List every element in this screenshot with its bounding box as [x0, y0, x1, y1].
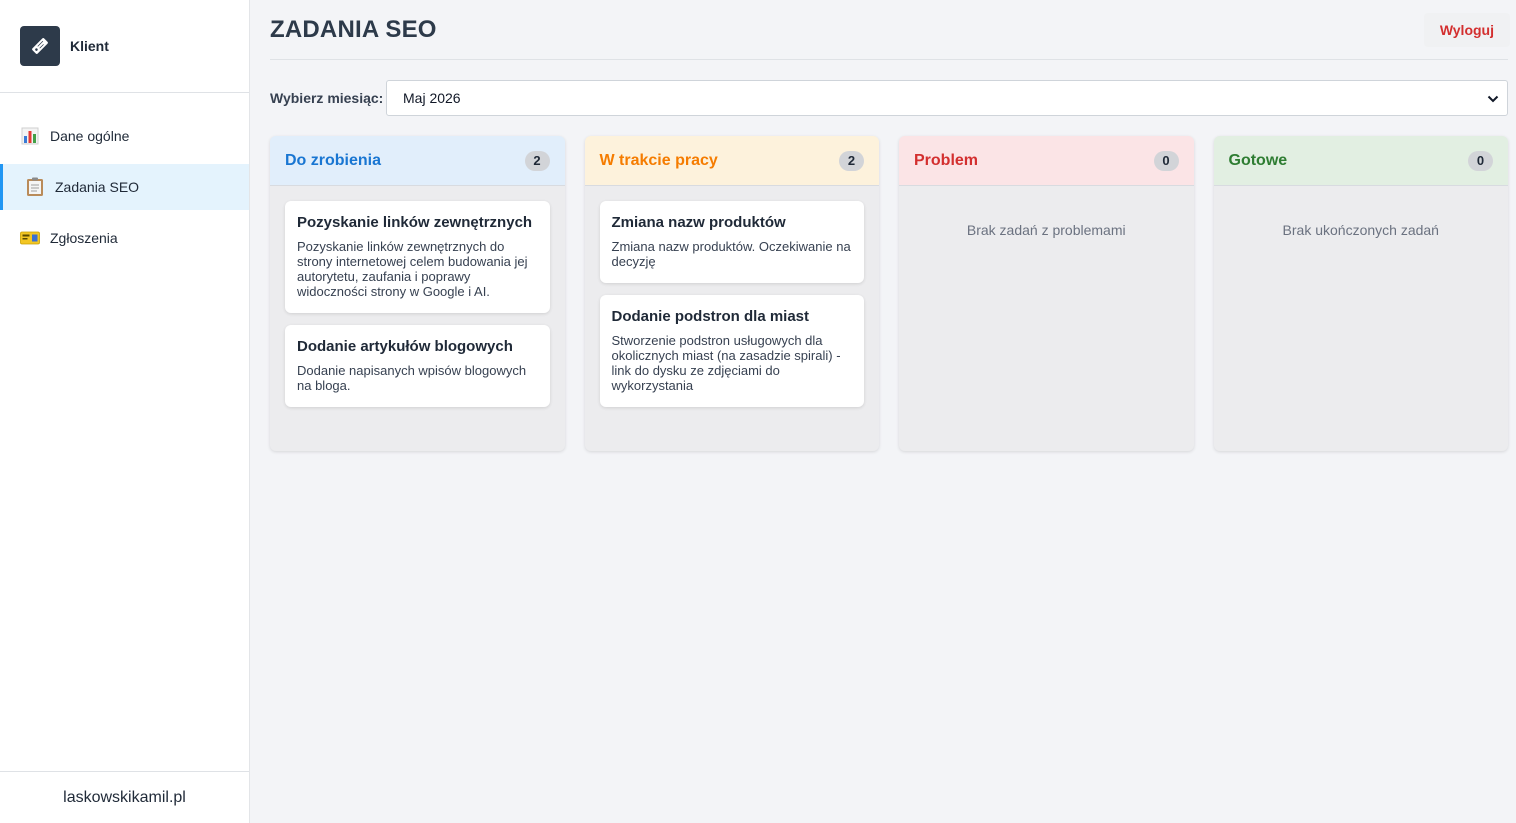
- column-problem: Problem 0 Brak zadań z problemami: [899, 136, 1194, 451]
- column-title: Do zrobienia: [285, 151, 382, 169]
- page-title: ZADANIA SEO: [270, 15, 437, 43]
- month-label: Wybierz miesiąc:: [270, 90, 384, 106]
- sidebar-footer[interactable]: laskowskikamil.pl: [0, 771, 249, 823]
- column-body: Pozyskanie linków zewnętrznych Pozyskani…: [270, 186, 565, 434]
- column-count-badge: 0: [1468, 150, 1493, 171]
- column-header: Do zrobienia 2: [270, 136, 565, 186]
- sidebar-item-dane-ogolne[interactable]: Dane ogólne: [0, 113, 249, 159]
- column-count-badge: 0: [1153, 150, 1179, 171]
- column-w-trakcie-pracy: W trakcie pracy 2 Zmiana nazw produktów …: [584, 136, 880, 451]
- sidebar-nav: Dane ogólne Zadania SEO Zgłoszenia: [0, 93, 249, 261]
- task-description: Dodanie napisanych wpisów blogowych na b…: [297, 363, 527, 393]
- bar-chart-icon: [20, 126, 40, 146]
- brand: Klient: [0, 0, 249, 93]
- task-description: Stworzenie podstron usługowych dla okoli…: [611, 333, 841, 393]
- logout-button[interactable]: Wyloguj: [1423, 12, 1510, 47]
- task-title: Dodanie podstron dla miast: [611, 308, 810, 325]
- sidebar: Klient Dane ogólne Zadania SEO Zgłoszeni…: [0, 0, 250, 823]
- sidebar-item-zadania-seo[interactable]: Zadania SEO: [0, 164, 249, 210]
- task-title: Pozyskanie linków zewnętrznych: [297, 214, 533, 231]
- column-header: Problem 0: [899, 136, 1194, 186]
- task-description: Pozyskanie linków zewnętrznych do strony…: [297, 239, 528, 299]
- column-header: W trakcie pracy 2: [584, 136, 879, 186]
- ticket-icon: [20, 228, 40, 248]
- column-count-badge: 2: [524, 150, 550, 171]
- kanban-board: Do zrobienia 2 Pozyskanie linków zewnętr…: [270, 136, 1508, 451]
- tag-icon: [20, 26, 60, 66]
- task-card[interactable]: Dodanie artykułów blogowych Dodanie napi…: [285, 325, 550, 407]
- sidebar-item-label: Zgłoszenia: [50, 230, 118, 246]
- column-body: Brak zadań z problemami: [899, 186, 1194, 253]
- main-content: ZADANIA SEO Wyloguj Wybierz miesiąc: Maj…: [270, 0, 1510, 451]
- task-title: Zmiana nazw produktów: [611, 214, 786, 231]
- column-title: Problem: [914, 151, 979, 169]
- month-select[interactable]: Maj 2026: [386, 80, 1508, 116]
- clipboard-icon: [25, 177, 45, 197]
- empty-state: Brak ukończonych zadań: [1282, 222, 1439, 238]
- sidebar-item-zgloszenia[interactable]: Zgłoszenia: [0, 215, 249, 261]
- column-header: Gotowe 0: [1213, 136, 1508, 186]
- chevron-down-icon: [1487, 90, 1499, 106]
- page-header: ZADANIA SEO Wyloguj: [270, 0, 1510, 60]
- month-picker-row: Wybierz miesiąc: Maj 2026: [270, 80, 1508, 116]
- column-gotowe: Gotowe 0 Brak ukończonych zadań: [1213, 136, 1509, 451]
- column-do-zrobienia: Do zrobienia 2 Pozyskanie linków zewnętr…: [270, 136, 565, 451]
- column-body: Brak ukończonych zadań: [1214, 186, 1509, 253]
- sidebar-item-label: Zadania SEO: [55, 179, 140, 195]
- column-title: W trakcie pracy: [599, 151, 718, 169]
- task-description: Zmiana nazw produktów. Oczekiwanie na de…: [611, 239, 851, 269]
- column-body: Zmiana nazw produktów Zmiana nazw produk…: [585, 186, 880, 434]
- month-select-value: Maj 2026: [403, 90, 461, 106]
- task-card[interactable]: Zmiana nazw produktów Zmiana nazw produk…: [599, 201, 864, 283]
- task-card[interactable]: Dodanie podstron dla miast Stworzenie po…: [599, 295, 864, 407]
- brand-name: Klient: [70, 38, 109, 54]
- task-card[interactable]: Pozyskanie linków zewnętrznych Pozyskani…: [285, 201, 550, 313]
- empty-state: Brak zadań z problemami: [966, 222, 1126, 238]
- sidebar-item-label: Dane ogólne: [50, 128, 130, 144]
- task-title: Dodanie artykułów blogowych: [297, 338, 513, 355]
- column-title: Gotowe: [1228, 151, 1288, 169]
- column-count-badge: 2: [839, 150, 864, 171]
